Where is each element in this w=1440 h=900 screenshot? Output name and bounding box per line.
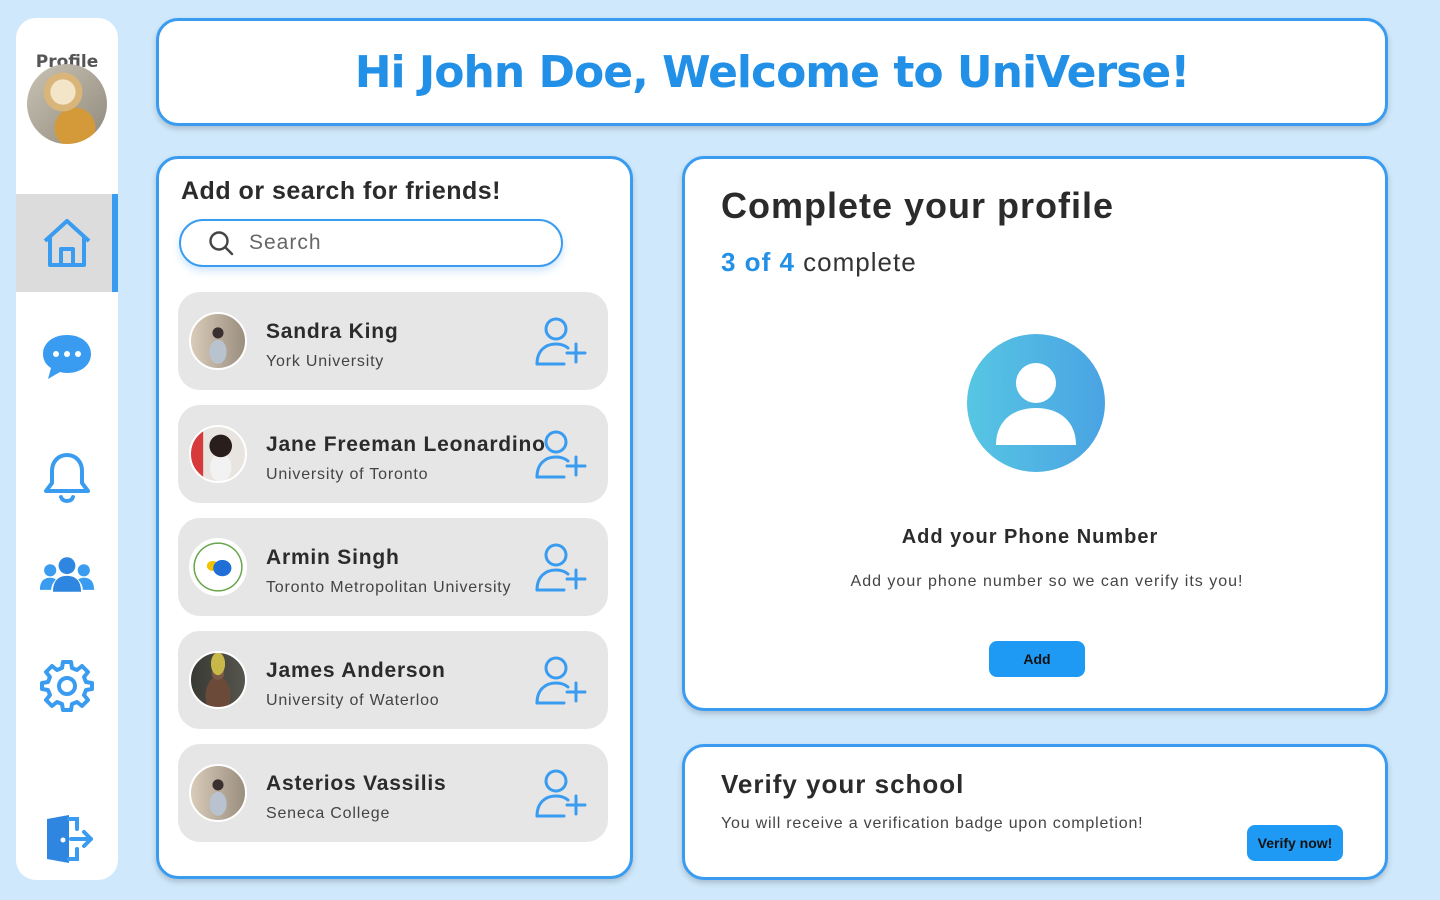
friend-card[interactable]: Asterios Vassilis Seneca College — [178, 744, 608, 842]
verify-title: Verify your school — [721, 769, 965, 799]
search-input[interactable] — [249, 231, 529, 255]
nav-settings[interactable] — [16, 636, 118, 734]
chat-icon — [43, 335, 91, 379]
friend-avatar — [189, 538, 247, 596]
friend-school: York University — [266, 353, 385, 370]
search-box[interactable] — [179, 219, 563, 267]
add-friend-icon[interactable] — [534, 427, 588, 481]
friend-name: Jane Freeman Leonardino — [266, 433, 546, 456]
friend-avatar — [189, 764, 247, 822]
step-title: Add your Phone Number — [901, 526, 1159, 548]
home-icon — [43, 219, 91, 267]
gear-icon — [40, 660, 94, 712]
nav-chat[interactable] — [16, 308, 118, 406]
people-icon — [39, 557, 95, 592]
complete-profile-title: Complete your profile — [721, 185, 1115, 226]
profile-progress: 3 of 4 complete — [721, 247, 917, 278]
friend-avatar — [189, 425, 247, 483]
avatar[interactable] — [27, 64, 107, 144]
friend-avatar — [189, 651, 247, 709]
friend-avatar — [189, 312, 247, 370]
friend-card[interactable]: Armin Singh Toronto Metropolitan Univers… — [178, 518, 608, 616]
friend-card[interactable]: Jane Freeman Leonardino University of To… — [178, 405, 608, 503]
page-title: Hi John Doe, Welcome to UniVerse! — [354, 46, 1191, 98]
sidebar: Profile — [16, 18, 118, 880]
friends-title: Add or search for friends! — [181, 177, 501, 205]
friend-name: James Anderson — [266, 659, 446, 682]
search-icon — [209, 231, 234, 256]
friend-name: Asterios Vassilis — [266, 772, 447, 795]
add-phone-button[interactable]: Add — [989, 641, 1085, 677]
complete-profile-card: Complete your profile 3 of 4 complete Ad… — [682, 156, 1388, 711]
add-friend-icon[interactable] — [534, 766, 588, 820]
friend-school: University of Waterloo — [266, 692, 440, 709]
add-friend-icon[interactable] — [534, 653, 588, 707]
bell-icon — [44, 453, 90, 503]
logout-icon — [47, 815, 93, 863]
user-placeholder-icon — [967, 334, 1105, 472]
nav-home[interactable] — [16, 194, 118, 292]
verify-school-card: Verify your school You will receive a ve… — [682, 744, 1388, 880]
progress-label: complete — [803, 247, 917, 277]
progress-count: 3 of 4 — [721, 247, 795, 277]
friend-school: Seneca College — [266, 805, 391, 822]
friend-card[interactable]: Sandra King York University — [178, 292, 608, 390]
verify-description: You will receive a verification badge up… — [721, 815, 1144, 832]
friend-name: Sandra King — [266, 320, 399, 343]
nav-notifications[interactable] — [16, 428, 118, 526]
add-friend-icon[interactable] — [534, 314, 588, 368]
friend-school: University of Toronto — [266, 466, 429, 483]
nav-logout[interactable] — [16, 790, 118, 880]
friend-school: Toronto Metropolitan University — [266, 579, 512, 596]
nav-people[interactable] — [16, 526, 118, 624]
friends-panel: Add or search for friends! Sandra King Y… — [156, 156, 633, 879]
add-friend-icon[interactable] — [534, 540, 588, 594]
friend-name: Armin Singh — [266, 546, 400, 569]
verify-now-button[interactable]: Verify now! — [1247, 825, 1343, 861]
step-description: Add your phone number so we can verify i… — [850, 573, 1244, 590]
welcome-banner: Hi John Doe, Welcome to UniVerse! — [156, 18, 1388, 126]
friend-card[interactable]: James Anderson University of Waterloo — [178, 631, 608, 729]
